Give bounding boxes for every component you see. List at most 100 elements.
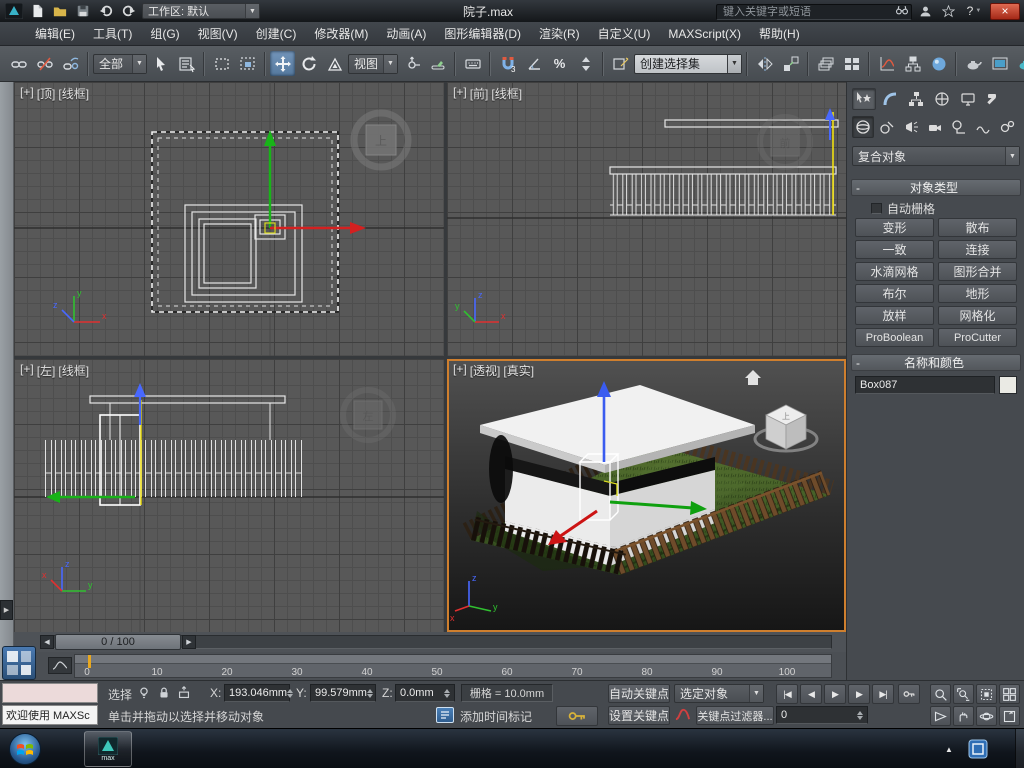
ribbon-toggle-icon[interactable]	[839, 51, 864, 76]
unlink-selection-icon[interactable]	[32, 51, 57, 76]
save-file-icon[interactable]	[73, 2, 93, 20]
tab-utilities[interactable]	[982, 88, 1006, 110]
rendered-frame-window-icon[interactable]	[987, 51, 1012, 76]
button-procutter[interactable]: ProCutter	[938, 328, 1017, 347]
spinner[interactable]	[857, 711, 863, 720]
current-frame-field[interactable]: 0	[776, 706, 868, 724]
select-by-name-icon[interactable]	[174, 51, 199, 76]
taskbar-app-button-3dsmax[interactable]: max	[84, 731, 132, 767]
viewcube[interactable]: 前	[760, 117, 810, 167]
selection-lock-icon[interactable]	[156, 685, 172, 701]
maxscript-mini-listener-top[interactable]	[2, 683, 98, 703]
menu-modifiers[interactable]: 修改器(M)	[305, 22, 377, 46]
align-icon[interactable]	[778, 51, 803, 76]
menu-create[interactable]: 创建(C)	[247, 22, 306, 46]
add-time-tag-icon[interactable]	[436, 707, 454, 723]
object-category-dropdown[interactable]: 复合对象 ▼	[852, 146, 1020, 166]
viewcube[interactable]: 左	[343, 390, 393, 440]
menu-animation[interactable]: 动画(A)	[377, 22, 435, 46]
tab-modify[interactable]	[878, 88, 902, 110]
close-button[interactable]: ×	[990, 3, 1020, 20]
tray-icon-ime[interactable]	[968, 739, 988, 759]
move-gizmo[interactable]	[264, 130, 366, 234]
viewport-layout-button[interactable]	[2, 646, 36, 680]
viewport-front[interactable]: [+] [前] [线框]	[447, 82, 846, 356]
button-proboolean[interactable]: ProBoolean	[855, 328, 934, 347]
show-desktop-button[interactable]	[1015, 729, 1024, 768]
zoom-extents-icon[interactable]	[976, 684, 997, 704]
mirror-icon[interactable]	[752, 51, 777, 76]
spinner[interactable]	[287, 689, 293, 698]
button-boolean[interactable]: 布尔	[855, 284, 934, 303]
viewcube[interactable]: 上	[354, 113, 408, 167]
viewport-menu-general[interactable]: [+]	[20, 362, 34, 379]
category-helpers[interactable]	[948, 116, 970, 138]
rollout-name-and-color[interactable]: - 名称和颜色	[851, 354, 1021, 371]
schematic-view-icon[interactable]	[900, 51, 925, 76]
z-coordinate-field[interactable]: 0.0mm	[395, 684, 455, 702]
next-frame-arrow[interactable]: ▶	[182, 635, 196, 649]
orbit-icon[interactable]	[976, 706, 997, 726]
favorites-star-icon[interactable]	[938, 2, 958, 20]
select-and-rotate-icon[interactable]	[296, 51, 321, 76]
viewcube-home-icon[interactable]	[745, 370, 761, 385]
viewport-menu-general[interactable]: [+]	[453, 362, 467, 379]
viewport-menu-general[interactable]: [+]	[453, 85, 467, 102]
autogrid-checkbox[interactable]	[871, 203, 882, 214]
select-and-manipulate-icon[interactable]	[425, 51, 450, 76]
viewport-menu-shading[interactable]: [真实]	[503, 362, 534, 379]
viewport-menu-pov[interactable]: [顶]	[37, 85, 56, 102]
viewport-menu-general[interactable]: [+]	[20, 85, 34, 102]
button-morph[interactable]: 变形	[855, 218, 934, 237]
menu-customize[interactable]: 自定义(U)	[589, 22, 660, 46]
button-connect[interactable]: 连接	[938, 240, 1017, 259]
absolute-offset-mode-icon[interactable]	[176, 685, 192, 701]
curve-editor-icon[interactable]	[874, 51, 899, 76]
redo-icon[interactable]	[119, 2, 139, 20]
select-object-icon[interactable]	[148, 51, 173, 76]
edit-named-selection-sets-icon[interactable]	[608, 51, 633, 76]
category-cameras[interactable]	[924, 116, 946, 138]
previous-frame-button[interactable]: ◀	[800, 684, 822, 704]
go-to-start-button[interactable]: |◀	[776, 684, 798, 704]
tray-hidden-icons-arrow[interactable]: ▲	[940, 741, 958, 757]
viewport-menu-shading[interactable]: [线框]	[491, 85, 522, 102]
new-scene-icon[interactable]	[27, 2, 47, 20]
undo-icon[interactable]	[96, 2, 116, 20]
zoom-icon[interactable]	[930, 684, 951, 704]
time-slider-handle[interactable]: 0 / 100	[55, 634, 181, 650]
button-mesher[interactable]: 网格化	[938, 306, 1017, 325]
button-shapemerge[interactable]: 图形合并	[938, 262, 1017, 281]
button-terrain[interactable]: 地形	[938, 284, 1017, 303]
search-binoculars-icon[interactable]	[895, 3, 909, 17]
tab-create[interactable]	[852, 88, 876, 110]
rectangular-selection-region-icon[interactable]	[209, 51, 234, 76]
previous-frame-arrow[interactable]: ◀	[40, 635, 54, 649]
bind-to-space-warp-icon[interactable]	[58, 51, 83, 76]
viewport-perspective[interactable]: [+] [透视] [真实]	[447, 359, 846, 632]
category-shapes[interactable]	[876, 116, 898, 138]
render-setup-icon[interactable]	[961, 51, 986, 76]
maxscript-mini-listener-bottom[interactable]: 欢迎使用 MAXSc	[2, 705, 98, 725]
select-and-uniform-scale-icon[interactable]	[322, 51, 347, 76]
start-button[interactable]	[8, 732, 42, 766]
layout-tabs-arrow-button[interactable]: ▶	[0, 600, 13, 620]
named-selection-sets-dropdown[interactable]: 创建选择集 ▼	[634, 54, 742, 74]
spinner[interactable]	[367, 689, 373, 698]
add-time-tag-label[interactable]: 添加时间标记	[460, 708, 532, 725]
x-coordinate-field[interactable]: 193.046mm	[224, 684, 290, 702]
default-in-out-tangents-icon[interactable]	[674, 707, 691, 722]
sign-in-icon[interactable]	[915, 2, 935, 20]
keyboard-shortcut-override-icon[interactable]	[460, 51, 485, 76]
angle-snap-icon[interactable]	[521, 51, 546, 76]
menu-tools[interactable]: 工具(T)	[84, 22, 141, 46]
zoom-all-icon[interactable]	[953, 684, 974, 704]
use-pivot-point-center-icon[interactable]	[399, 51, 424, 76]
menu-graph-editors[interactable]: 图形编辑器(D)	[435, 22, 530, 46]
reference-coordinate-system-dropdown[interactable]: 视图 ▼	[348, 54, 398, 74]
tab-motion[interactable]	[930, 88, 954, 110]
key-filters-button[interactable]: 关键点过滤器...	[696, 706, 774, 725]
object-name-field[interactable]: Box087	[855, 376, 995, 394]
workspace-dropdown[interactable]: 工作区: 默认 ▼	[142, 3, 260, 19]
play-button[interactable]: ▶	[824, 684, 846, 704]
